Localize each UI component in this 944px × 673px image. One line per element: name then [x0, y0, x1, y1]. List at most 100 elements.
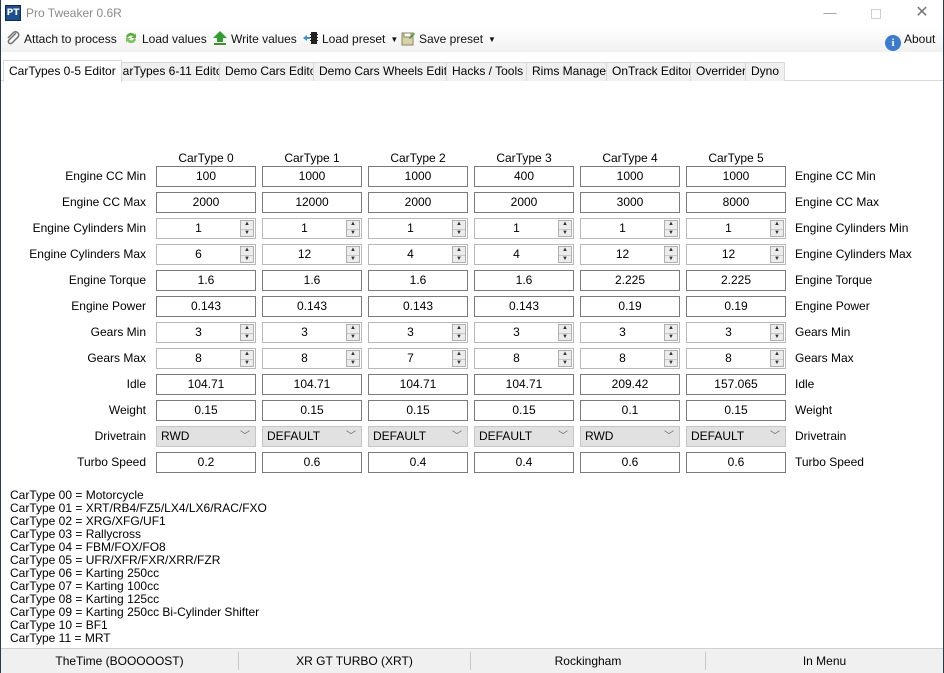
- gears-min-spinner[interactable]: 3 ▲ ▼: [156, 322, 256, 343]
- spin-down-icon[interactable]: ▼: [347, 255, 359, 262]
- gears-max-spinner[interactable]: 7 ▲ ▼: [368, 348, 468, 369]
- weight-input[interactable]: 0.15: [368, 400, 468, 421]
- engine-cylinders-min-spinner[interactable]: 1 ▲ ▼: [156, 218, 256, 239]
- spin-up-icon[interactable]: ▲: [559, 351, 571, 358]
- tab-hacks-tools[interactable]: Hacks / Tools: [446, 62, 530, 81]
- spin-down-icon[interactable]: ▼: [241, 333, 253, 340]
- drivetrain-select[interactable]: DEFAULT ﹀: [262, 426, 362, 447]
- spin-down-icon[interactable]: ▼: [347, 359, 359, 366]
- drivetrain-select[interactable]: RWD ﹀: [580, 426, 680, 447]
- engine-cylinders-max-spinner[interactable]: 12 ▲ ▼: [262, 244, 362, 265]
- spin-down-icon[interactable]: ▼: [453, 229, 465, 236]
- spinner-value[interactable]: 1: [475, 219, 558, 238]
- spin-down-icon[interactable]: ▼: [771, 333, 783, 340]
- spin-down-icon[interactable]: ▼: [665, 333, 677, 340]
- weight-input[interactable]: 0.15: [686, 400, 786, 421]
- spin-down-icon[interactable]: ▼: [771, 229, 783, 236]
- spin-up-icon[interactable]: ▲: [771, 351, 783, 358]
- tab-demo-cars-wheels-editor[interactable]: Demo Cars Wheels Editor: [313, 62, 464, 81]
- spin-down-icon[interactable]: ▼: [559, 255, 571, 262]
- spinner-value[interactable]: 3: [687, 323, 770, 342]
- spin-down-icon[interactable]: ▼: [241, 229, 253, 236]
- engine-power-input[interactable]: 0.143: [156, 296, 256, 317]
- gears-min-spinner[interactable]: 3 ▲ ▼: [580, 322, 680, 343]
- spin-up-icon[interactable]: ▲: [347, 247, 359, 254]
- engine-cylinders-max-spinner[interactable]: 4 ▲ ▼: [474, 244, 574, 265]
- drivetrain-select[interactable]: RWD ﹀: [156, 426, 256, 447]
- spinner-value[interactable]: 3: [157, 323, 240, 342]
- about-button[interactable]: i About: [885, 30, 935, 51]
- gears-min-spinner[interactable]: 3 ▲ ▼: [262, 322, 362, 343]
- spin-up-icon[interactable]: ▲: [453, 221, 465, 228]
- weight-input[interactable]: 0.15: [156, 400, 256, 421]
- weight-input[interactable]: 0.15: [262, 400, 362, 421]
- engine-power-input[interactable]: 0.19: [580, 296, 680, 317]
- spinner-value[interactable]: 3: [581, 323, 664, 342]
- engine-cc-min-input[interactable]: 1000: [686, 166, 786, 187]
- spinner-value[interactable]: 1: [157, 219, 240, 238]
- engine-cc-max-input[interactable]: 2000: [474, 192, 574, 213]
- gears-min-spinner[interactable]: 3 ▲ ▼: [686, 322, 786, 343]
- engine-cylinders-max-spinner[interactable]: 6 ▲ ▼: [156, 244, 256, 265]
- spin-down-icon[interactable]: ▼: [453, 255, 465, 262]
- close-button[interactable]: ✕: [899, 0, 944, 26]
- engine-cc-min-input[interactable]: 100: [156, 166, 256, 187]
- spinner-value[interactable]: 1: [369, 219, 452, 238]
- gears-max-spinner[interactable]: 8 ▲ ▼: [156, 348, 256, 369]
- engine-torque-input[interactable]: 1.6: [368, 270, 468, 291]
- spin-up-icon[interactable]: ▲: [453, 351, 465, 358]
- idle-input[interactable]: 104.71: [156, 374, 256, 395]
- engine-power-input[interactable]: 0.19: [686, 296, 786, 317]
- spinner-value[interactable]: 12: [263, 245, 346, 264]
- engine-power-input[interactable]: 0.143: [368, 296, 468, 317]
- gears-max-spinner[interactable]: 8 ▲ ▼: [580, 348, 680, 369]
- spinner-value[interactable]: 4: [475, 245, 558, 264]
- drivetrain-select[interactable]: DEFAULT ﹀: [368, 426, 468, 447]
- tab-ontrack-editor[interactable]: OnTrack Editor: [606, 62, 699, 81]
- engine-cylinders-min-spinner[interactable]: 1 ▲ ▼: [580, 218, 680, 239]
- spinner-value[interactable]: 1: [687, 219, 770, 238]
- spinner-value[interactable]: 6: [157, 245, 240, 264]
- spinner-value[interactable]: 8: [263, 349, 346, 368]
- spin-up-icon[interactable]: ▲: [665, 351, 677, 358]
- turbo-speed-input[interactable]: 0.4: [474, 452, 574, 473]
- spin-down-icon[interactable]: ▼: [241, 255, 253, 262]
- gears-min-spinner[interactable]: 3 ▲ ▼: [474, 322, 574, 343]
- engine-cylinders-max-spinner[interactable]: 4 ▲ ▼: [368, 244, 468, 265]
- idle-input[interactable]: 209.42: [580, 374, 680, 395]
- spinner-value[interactable]: 8: [687, 349, 770, 368]
- spin-up-icon[interactable]: ▲: [665, 221, 677, 228]
- weight-input[interactable]: 0.1: [580, 400, 680, 421]
- spinner-value[interactable]: 12: [581, 245, 664, 264]
- spin-down-icon[interactable]: ▼: [559, 229, 571, 236]
- spin-up-icon[interactable]: ▲: [241, 221, 253, 228]
- spin-down-icon[interactable]: ▼: [453, 359, 465, 366]
- weight-input[interactable]: 0.15: [474, 400, 574, 421]
- idle-input[interactable]: 157.065: [686, 374, 786, 395]
- idle-input[interactable]: 104.71: [262, 374, 362, 395]
- spin-up-icon[interactable]: ▲: [771, 325, 783, 332]
- spin-down-icon[interactable]: ▼: [665, 229, 677, 236]
- spin-down-icon[interactable]: ▼: [241, 359, 253, 366]
- spin-up-icon[interactable]: ▲: [559, 325, 571, 332]
- engine-cylinders-min-spinner[interactable]: 1 ▲ ▼: [368, 218, 468, 239]
- turbo-speed-input[interactable]: 0.4: [368, 452, 468, 473]
- spin-up-icon[interactable]: ▲: [453, 247, 465, 254]
- engine-cylinders-min-spinner[interactable]: 1 ▲ ▼: [262, 218, 362, 239]
- spin-up-icon[interactable]: ▲: [665, 325, 677, 332]
- engine-cylinders-min-spinner[interactable]: 1 ▲ ▼: [474, 218, 574, 239]
- spinner-value[interactable]: 3: [369, 323, 452, 342]
- spin-up-icon[interactable]: ▲: [347, 325, 359, 332]
- drivetrain-select[interactable]: DEFAULT ﹀: [474, 426, 574, 447]
- engine-cc-max-input[interactable]: 2000: [156, 192, 256, 213]
- spin-down-icon[interactable]: ▼: [559, 359, 571, 366]
- engine-torque-input[interactable]: 1.6: [474, 270, 574, 291]
- spin-up-icon[interactable]: ▲: [347, 221, 359, 228]
- engine-cc-max-input[interactable]: 12000: [262, 192, 362, 213]
- tab-demo-cars-editor[interactable]: Demo Cars Editor: [219, 62, 327, 81]
- gears-max-spinner[interactable]: 8 ▲ ▼: [474, 348, 574, 369]
- gears-max-spinner[interactable]: 8 ▲ ▼: [262, 348, 362, 369]
- spinner-value[interactable]: 8: [581, 349, 664, 368]
- save-preset-dropdown[interactable]: Save preset ▼: [400, 30, 496, 48]
- spin-down-icon[interactable]: ▼: [665, 359, 677, 366]
